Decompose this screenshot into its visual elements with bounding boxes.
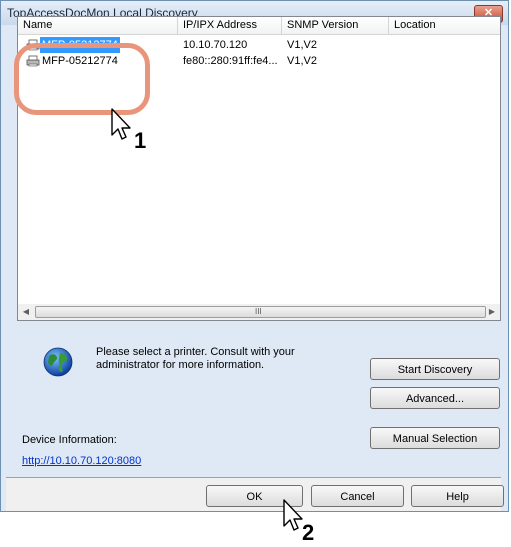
printer-address: 10.10.70.120 — [183, 39, 248, 51]
device-information-label: Device Information: — [22, 434, 117, 446]
start-discovery-button[interactable]: Start Discovery — [370, 358, 500, 380]
scroll-right-icon[interactable]: ▶ — [486, 306, 498, 318]
column-label: IP/IPX Address — [183, 19, 257, 31]
printer-address: fe80::280:91ff:fe4... — [183, 55, 278, 67]
printer-snmp: V1,V2 — [287, 55, 317, 67]
scroll-thumb[interactable]: III — [35, 306, 486, 318]
globe-icon — [43, 347, 73, 377]
callout-number-1: 1 — [134, 128, 147, 153]
scroll-left-icon[interactable]: ◀ — [20, 306, 32, 318]
printer-snmp: V1,V2 — [287, 39, 317, 51]
column-label: Name — [23, 19, 53, 31]
device-information-link[interactable]: http://10.10.70.120:8080 — [22, 455, 141, 467]
manual-selection-button[interactable]: Manual Selection — [370, 427, 500, 449]
dialog-separator — [6, 477, 501, 478]
list-header: Name IP/IPX Address SNMP Version Locatio… — [18, 17, 500, 35]
column-header-location[interactable]: Location — [389, 17, 499, 34]
instruction-text: Please select a printer. Consult with yo… — [96, 346, 295, 371]
highlight-ring — [14, 43, 150, 115]
help-button[interactable]: Help — [411, 485, 504, 507]
column-label: Location — [394, 19, 436, 31]
callout-number-2: 2 — [302, 520, 315, 545]
horizontal-scrollbar[interactable]: ◀ III ▶ — [17, 304, 501, 321]
cancel-button[interactable]: Cancel — [311, 485, 404, 507]
column-header-name[interactable]: Name — [18, 17, 178, 34]
column-header-address[interactable]: IP/IPX Address — [178, 17, 282, 34]
column-header-snmp[interactable]: SNMP Version — [282, 17, 389, 34]
advanced-button[interactable]: Advanced... — [370, 387, 500, 409]
cursor-arrow-icon — [111, 108, 131, 140]
scroll-grip: III — [255, 307, 262, 316]
column-label: SNMP Version — [287, 19, 359, 31]
